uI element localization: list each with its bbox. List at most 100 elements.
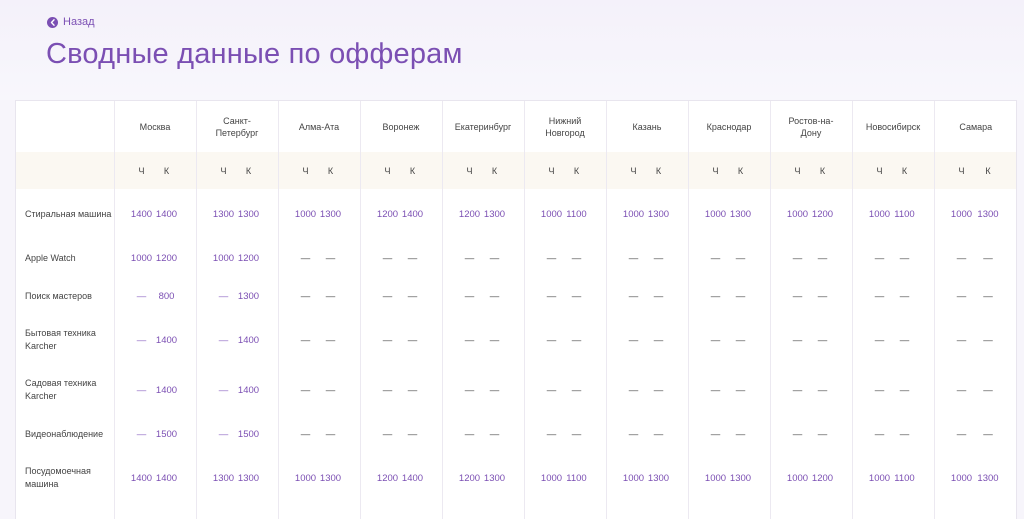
sub-header-k: К	[163, 165, 170, 176]
price-ch: —	[218, 384, 229, 396]
sub-header-k: К	[245, 165, 252, 176]
price-ch: —	[956, 428, 967, 440]
corner-cell	[16, 152, 114, 189]
price-k: —	[489, 334, 500, 346]
price-ch: —	[546, 428, 557, 440]
price-k: 1300	[319, 472, 342, 484]
price-cell: 1300 1300	[195, 453, 278, 503]
price-cell	[933, 503, 1016, 519]
offer-name: Посудомоечная машина	[25, 466, 91, 489]
city-header: Ростов-на- Дону	[769, 101, 852, 152]
price-k: —	[489, 428, 500, 440]
sub-header-k: К	[409, 165, 416, 176]
price-ch: 1000	[786, 208, 809, 220]
price-k: 1100	[894, 472, 915, 484]
price-ch: —	[546, 384, 557, 396]
price-cell: — —	[851, 239, 934, 277]
city-header: Санкт- Петербург	[195, 101, 278, 152]
price-ch: —	[874, 290, 885, 302]
sub-header-ch: Ч	[958, 165, 965, 176]
price-k: —	[817, 252, 828, 264]
price-ch: —	[136, 428, 147, 440]
price-cell: — —	[605, 315, 688, 365]
price-k: 1400	[155, 208, 178, 220]
price-cell: 1000 1100	[523, 453, 606, 503]
price-cell: — —	[851, 365, 934, 415]
back-link[interactable]: Назад	[47, 16, 95, 29]
city-header: Нижний Новгород	[523, 101, 606, 152]
price-cell: — —	[441, 415, 524, 453]
price-ch: —	[628, 428, 639, 440]
price-ch: —	[710, 428, 721, 440]
price-cell	[277, 503, 360, 519]
price-ch: —	[300, 252, 311, 264]
price-ch: 1000	[540, 472, 563, 484]
price-k: —	[983, 384, 993, 396]
price-cell: — —	[277, 365, 360, 415]
price-ch: —	[382, 252, 393, 264]
price-ch: —	[464, 252, 475, 264]
sub-header-ch: Ч	[466, 165, 473, 176]
price-k: 1100	[894, 208, 915, 220]
price-ch: 1200	[376, 208, 399, 220]
city-header: Самара	[933, 101, 1016, 152]
price-cell: — —	[687, 415, 770, 453]
price-k: —	[983, 252, 993, 264]
price-cell: — —	[277, 239, 360, 277]
price-ch: —	[628, 384, 639, 396]
price-k: —	[325, 384, 336, 396]
price-cell: — —	[441, 365, 524, 415]
price-ch: —	[792, 428, 803, 440]
price-cell: — —	[523, 365, 606, 415]
price-cell: 1200 1400	[359, 453, 442, 503]
price-k: 800	[158, 290, 175, 302]
price-cell: — 1500	[195, 415, 278, 453]
price-k: —	[653, 252, 664, 264]
price-cell: 1000 1100	[523, 189, 606, 239]
price-k: —	[735, 428, 746, 440]
sub-header-ch: Ч	[220, 165, 227, 176]
offer-name: Бытовая техника Karcher	[25, 328, 96, 351]
price-k: —	[407, 428, 418, 440]
price-k: —	[899, 252, 910, 264]
price-ch: —	[136, 384, 147, 396]
price-ch: 1200	[458, 208, 481, 220]
price-k: 1300	[647, 208, 670, 220]
sub-header-k: К	[901, 165, 908, 176]
offers-table-container[interactable]: Москва Санкт- Петербург Алма-Ата Воронеж Екат…	[15, 100, 1017, 519]
sub-header-ch: Ч	[876, 165, 883, 176]
city-header: Алма-Ата	[277, 101, 360, 152]
price-ch: —	[464, 290, 475, 302]
table-row: Apple Watch 1000 1200 1000 1200— — — — — — — — — — — — —…	[16, 239, 1016, 277]
price-ch: —	[956, 334, 967, 346]
price-cell: — —	[769, 365, 852, 415]
price-cell: — —	[277, 277, 360, 315]
price-cell: — —	[851, 277, 934, 315]
price-cell: — —	[769, 277, 852, 315]
price-ch: 1000	[786, 472, 809, 484]
price-cell: — —	[277, 315, 360, 365]
price-cell: 1000 1300	[605, 189, 688, 239]
price-cell	[113, 503, 196, 519]
price-cell: 1000 1200	[113, 239, 196, 277]
price-k: 1400	[401, 208, 424, 220]
price-cell: — —	[605, 415, 688, 453]
price-ch: —	[956, 252, 967, 264]
price-ch: 1000	[868, 208, 891, 220]
price-k: 1300	[237, 290, 260, 302]
price-k: —	[899, 428, 910, 440]
price-cell	[195, 503, 278, 519]
price-cell: — —	[523, 315, 606, 365]
sub-header-cell: ЧК	[195, 152, 278, 189]
price-cell: 1400 1400	[113, 189, 196, 239]
sub-header-cell: ЧК	[851, 152, 934, 189]
price-ch: —	[464, 428, 475, 440]
sub-header-row: ЧКЧКЧКЧКЧКЧКЧКЧКЧКЧКЧК	[16, 152, 1016, 189]
offer-name: Поиск мастеров	[25, 290, 92, 301]
price-k: —	[489, 252, 500, 264]
price-cell: — —	[851, 315, 934, 365]
price-ch: —	[300, 334, 311, 346]
price-k: —	[735, 252, 746, 264]
price-cell: — —	[687, 365, 770, 415]
price-cell: — —	[277, 415, 360, 453]
